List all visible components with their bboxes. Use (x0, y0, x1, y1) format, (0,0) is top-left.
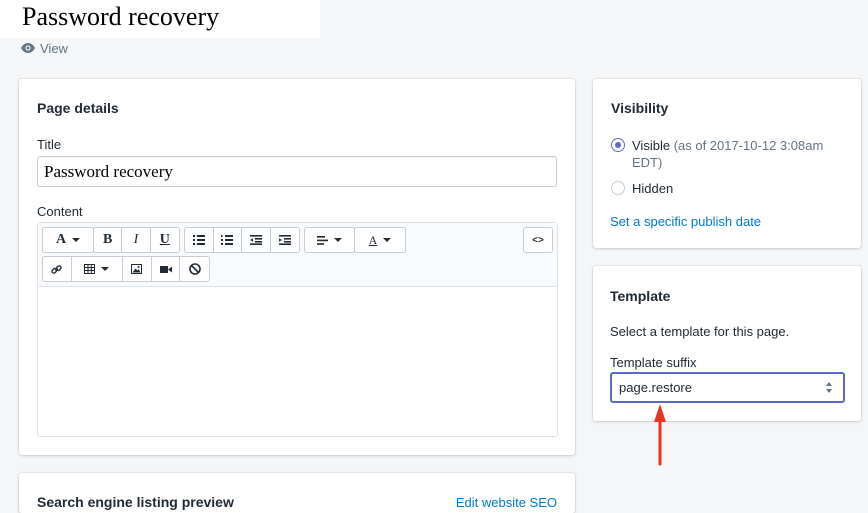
title-label: Title (37, 137, 62, 152)
video-camera-icon (159, 265, 172, 273)
text-color-dropdown[interactable]: A (355, 228, 405, 252)
italic-icon: I (133, 232, 139, 247)
view-link-label: View (40, 40, 68, 56)
visible-text: Visible (as of 2017-10-12 3:08am EDT) (632, 137, 823, 171)
bold-icon: B (103, 232, 113, 247)
insert-group (42, 256, 210, 282)
block-icon (188, 263, 201, 275)
hidden-label: Hidden (632, 181, 674, 196)
html-source-button[interactable]: <> (524, 228, 552, 252)
title-input[interactable] (37, 156, 557, 187)
template-description: Select a template for this page. (610, 324, 790, 339)
page-details-card: Page details Title Content A B I U (19, 79, 575, 455)
publish-date-link[interactable]: Set a specific publish date (610, 214, 761, 229)
text-color-group: A (354, 227, 406, 253)
bullet-list-icon (192, 235, 205, 245)
visible-label: Visible (632, 138, 671, 153)
template-card: Template Select a template for this page… (593, 266, 861, 421)
font-group: A (42, 227, 94, 253)
editor-toolbar: A B I U A <> (38, 223, 557, 287)
indent-button[interactable] (271, 228, 299, 252)
chevron-down-icon (383, 238, 392, 242)
page-title: Password recovery (22, 2, 220, 31)
code-icon: <> (532, 234, 544, 246)
bullet-list-button[interactable] (185, 228, 214, 252)
chevron-down-icon (101, 267, 110, 271)
chevron-down-icon (334, 238, 342, 242)
outdent-button[interactable] (242, 228, 271, 252)
list-group (184, 227, 300, 253)
image-icon (131, 264, 143, 274)
underline-button[interactable]: U (151, 228, 179, 252)
bold-button[interactable]: B (94, 228, 123, 252)
align-group (304, 227, 355, 253)
table-icon (84, 264, 96, 274)
font-icon: A (55, 232, 67, 247)
link-icon (51, 264, 63, 274)
view-link[interactable]: View (21, 40, 68, 56)
clear-formatting-button[interactable] (180, 257, 209, 281)
indent-icon (278, 235, 291, 245)
template-heading: Template (610, 288, 671, 304)
template-suffix-label: Template suffix (610, 355, 697, 370)
numbered-list-icon (221, 235, 234, 245)
image-button[interactable] (123, 257, 152, 281)
hidden-radio-option[interactable]: Hidden (611, 180, 673, 197)
align-left-icon (317, 235, 328, 245)
template-suffix-select[interactable]: page.restore (610, 372, 845, 403)
seo-heading: Search engine listing preview (37, 494, 234, 510)
video-button[interactable] (152, 257, 181, 281)
template-suffix-value: page.restore (619, 380, 692, 395)
visible-timezone-note: EDT) (632, 155, 663, 170)
edit-seo-link[interactable]: Edit website SEO (456, 495, 557, 510)
eye-icon (21, 43, 35, 53)
numbered-list-button[interactable] (214, 228, 242, 252)
content-label: Content (37, 204, 83, 219)
visibility-card: Visibility Visible (as of 2017-10-12 3:0… (593, 79, 861, 248)
table-dropdown[interactable] (72, 257, 124, 281)
annotation-arrow-icon (654, 404, 666, 466)
text-color-icon: A (368, 232, 378, 247)
visible-radio[interactable] (611, 138, 625, 152)
visible-date-note: (as of 2017-10-12 3:08am (673, 138, 824, 153)
select-updown-icon (826, 382, 834, 394)
link-button[interactable] (43, 257, 72, 281)
outdent-icon (249, 235, 262, 245)
align-dropdown[interactable] (305, 228, 354, 252)
text-style-group: B I U (93, 227, 180, 253)
editor-text-area[interactable] (38, 287, 557, 436)
page-details-heading: Page details (37, 100, 119, 116)
chevron-down-icon (72, 238, 81, 242)
underline-icon: U (159, 232, 170, 247)
italic-button[interactable]: I (122, 228, 151, 252)
seo-card: Search engine listing preview Edit websi… (19, 473, 575, 513)
hidden-radio[interactable] (611, 181, 625, 195)
source-group: <> (523, 227, 553, 253)
visible-radio-option[interactable]: Visible (as of 2017-10-12 3:08am EDT) (611, 137, 823, 171)
visibility-heading: Visibility (611, 100, 669, 116)
font-family-dropdown[interactable]: A (43, 228, 93, 252)
content-editor: A B I U A <> (37, 222, 558, 437)
